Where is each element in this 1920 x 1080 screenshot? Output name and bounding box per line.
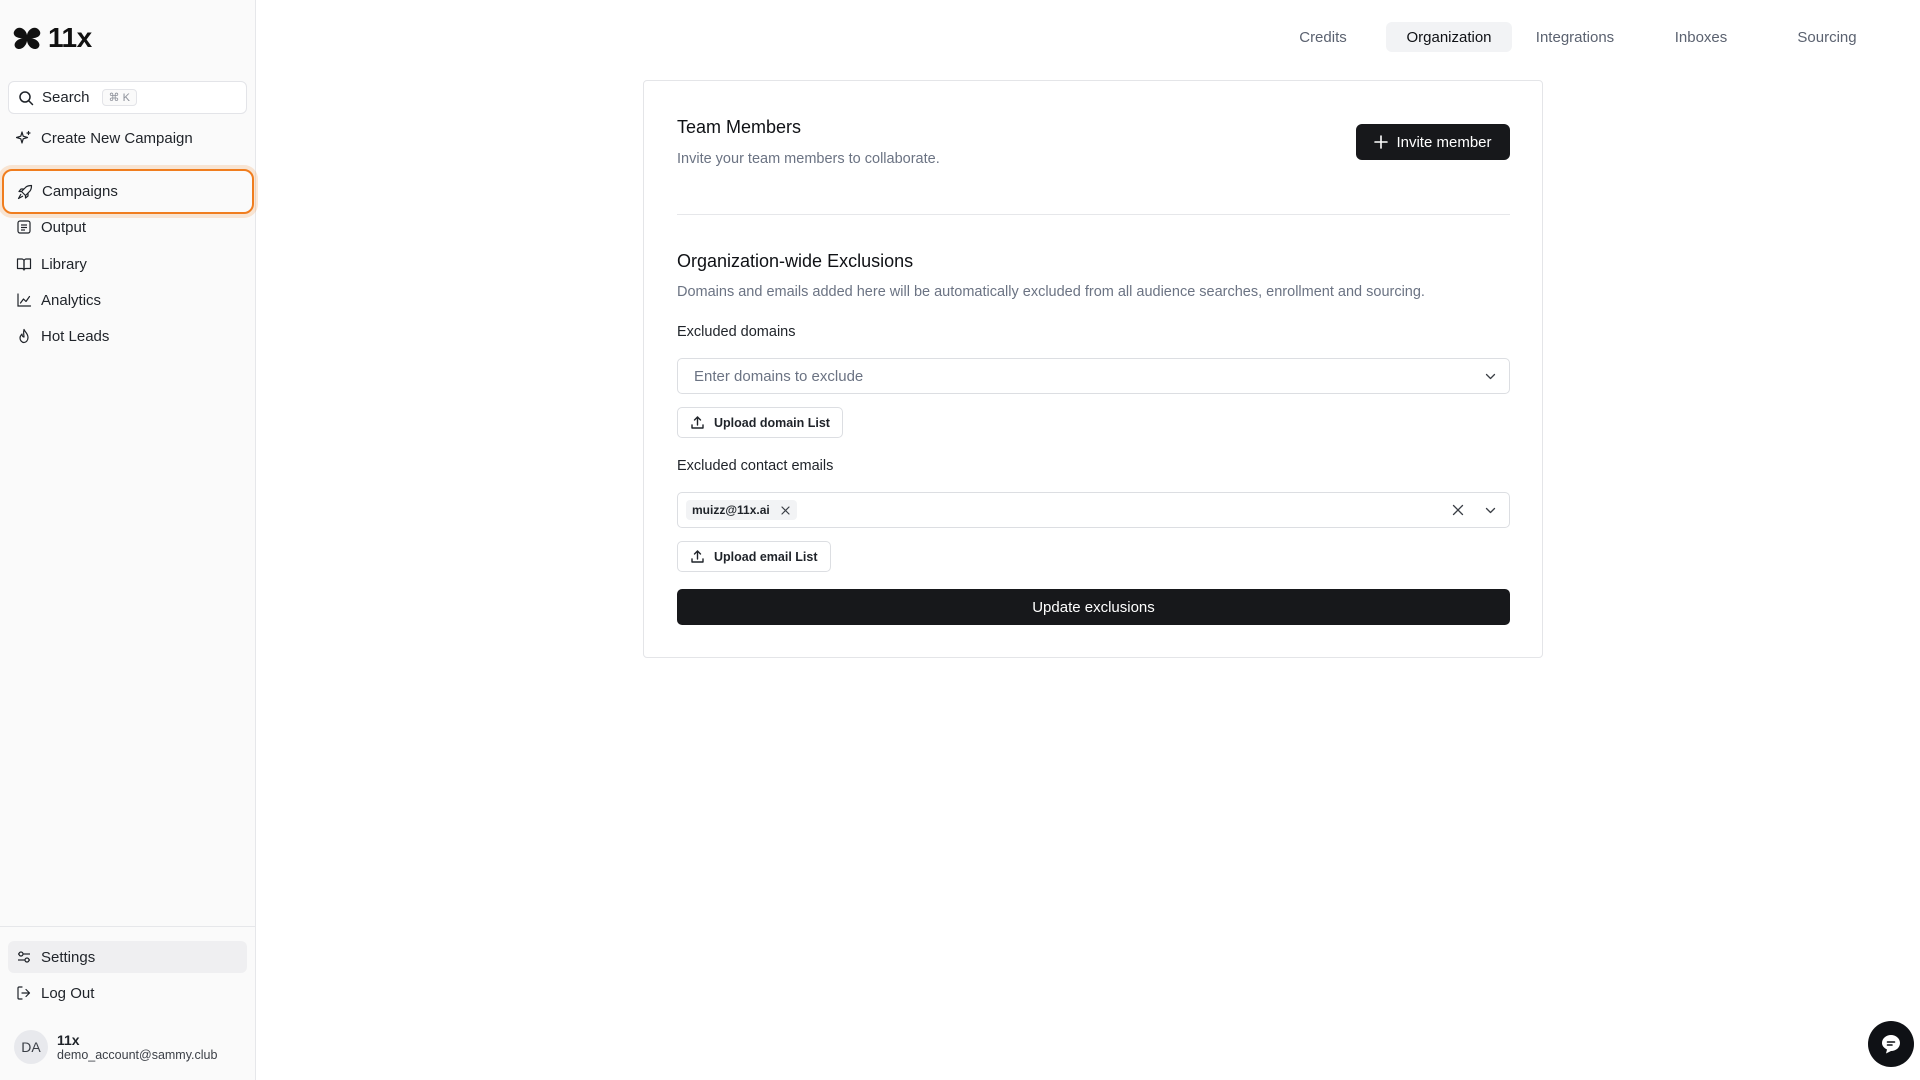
sidebar: 11x Search ⌘ K Create New Campaign Campa… <box>0 0 256 1080</box>
tab-integrations[interactable]: Integrations <box>1512 22 1638 52</box>
upload-email-list-button[interactable]: Upload email List <box>677 541 831 572</box>
sidebar-item-analytics[interactable]: Analytics <box>8 284 247 316</box>
sidebar-item-log-out[interactable]: Log Out <box>8 977 247 1009</box>
user-name: 11x <box>57 1031 80 1048</box>
clear-icon[interactable] <box>1451 503 1465 517</box>
team-members-title: Team Members <box>677 117 802 137</box>
brand-logo[interactable]: 11x <box>12 22 92 54</box>
sidebar-item-campaigns[interactable]: Campaigns <box>2 169 254 214</box>
upload-icon <box>691 550 704 563</box>
chevron-down-icon[interactable] <box>1484 504 1497 517</box>
output-icon <box>17 220 31 234</box>
user-email: demo_account@sammy.club <box>57 1047 218 1062</box>
sidebar-divider <box>0 926 256 927</box>
search-shortcut: ⌘ K <box>101 89 137 106</box>
sidebar-item-label: Create New Campaign <box>41 129 193 147</box>
sidebar-item-settings[interactable]: Settings <box>8 941 247 973</box>
search-input[interactable]: Search ⌘ K <box>8 81 247 114</box>
plus-icon <box>1374 135 1389 149</box>
excluded-domains-placeholder: Enter domains to exclude <box>694 367 864 385</box>
chevron-down-icon[interactable] <box>1484 370 1497 383</box>
tab-organization[interactable]: Organization <box>1386 22 1512 52</box>
chat-widget-button[interactable] <box>1868 1021 1914 1067</box>
book-icon <box>16 258 32 271</box>
excluded-domains-label: Excluded domains <box>677 324 796 340</box>
tab-sourcing[interactable]: Sourcing <box>1764 22 1890 52</box>
team-members-subtitle: Invite your team members to collaborate. <box>677 151 940 167</box>
brand-name: 11x <box>48 22 92 53</box>
settings-sliders-icon <box>18 951 30 963</box>
excluded-domains-input[interactable]: Enter domains to exclude <box>677 358 1510 394</box>
flame-icon <box>19 328 29 344</box>
sidebar-item-library[interactable]: Library <box>8 248 247 280</box>
email-chip: muizz@11x.ai <box>686 500 797 520</box>
sidebar-item-label: Campaigns <box>42 183 118 200</box>
upload-domain-list-button[interactable]: Upload domain List <box>677 407 843 438</box>
sidebar-item-label: Library <box>41 255 87 273</box>
search-icon <box>19 90 34 105</box>
avatar: DA <box>14 1030 48 1064</box>
exclusions-title: Organization-wide Exclusions <box>677 251 914 271</box>
sidebar-item-output[interactable]: Output <box>8 211 247 243</box>
remove-chip-icon[interactable] <box>780 505 791 516</box>
organization-settings-card: Team Members Invite your team members to… <box>643 80 1543 658</box>
sidebar-item-label: Settings <box>41 948 96 966</box>
tab-credits[interactable]: Credits <box>1260 22 1386 52</box>
chart-line-icon <box>17 293 32 307</box>
sidebar-item-create-new-campaign[interactable]: Create New Campaign <box>8 122 247 154</box>
upload-icon <box>691 416 704 429</box>
logout-icon <box>17 986 31 1000</box>
sidebar-item-hot-leads[interactable]: Hot Leads <box>8 320 247 352</box>
tab-inboxes[interactable]: Inboxes <box>1638 22 1764 52</box>
invite-member-label: Invite member <box>1396 133 1492 151</box>
logo-icon <box>13 27 41 50</box>
sidebar-item-label: Log Out <box>41 984 95 1002</box>
email-chip-label: muizz@11x.ai <box>692 503 770 517</box>
update-exclusions-button[interactable]: Update exclusions <box>677 589 1510 625</box>
sidebar-item-label: Output <box>41 218 87 236</box>
search-label: Search <box>42 89 90 106</box>
sidebar-item-label: Hot Leads <box>41 327 110 345</box>
upload-email-list-label: Upload email List <box>714 549 818 564</box>
rocket-icon <box>17 184 33 199</box>
sparkles-icon <box>16 130 31 144</box>
sidebar-item-label: Analytics <box>41 291 102 309</box>
settings-tabs: Credits Organization Integrations Inboxe… <box>1260 22 1890 52</box>
excluded-emails-label: Excluded contact emails <box>677 458 834 474</box>
chat-icon <box>1882 1035 1900 1054</box>
upload-domain-list-label: Upload domain List <box>714 415 830 430</box>
section-divider <box>677 214 1510 215</box>
excluded-emails-input[interactable]: muizz@11x.ai <box>677 492 1510 528</box>
user-profile[interactable]: DA 11x demo_account@sammy.club <box>14 1030 217 1064</box>
invite-member-button[interactable]: Invite member <box>1356 124 1510 160</box>
exclusions-subtitle: Domains and emails added here will be au… <box>677 284 1425 300</box>
